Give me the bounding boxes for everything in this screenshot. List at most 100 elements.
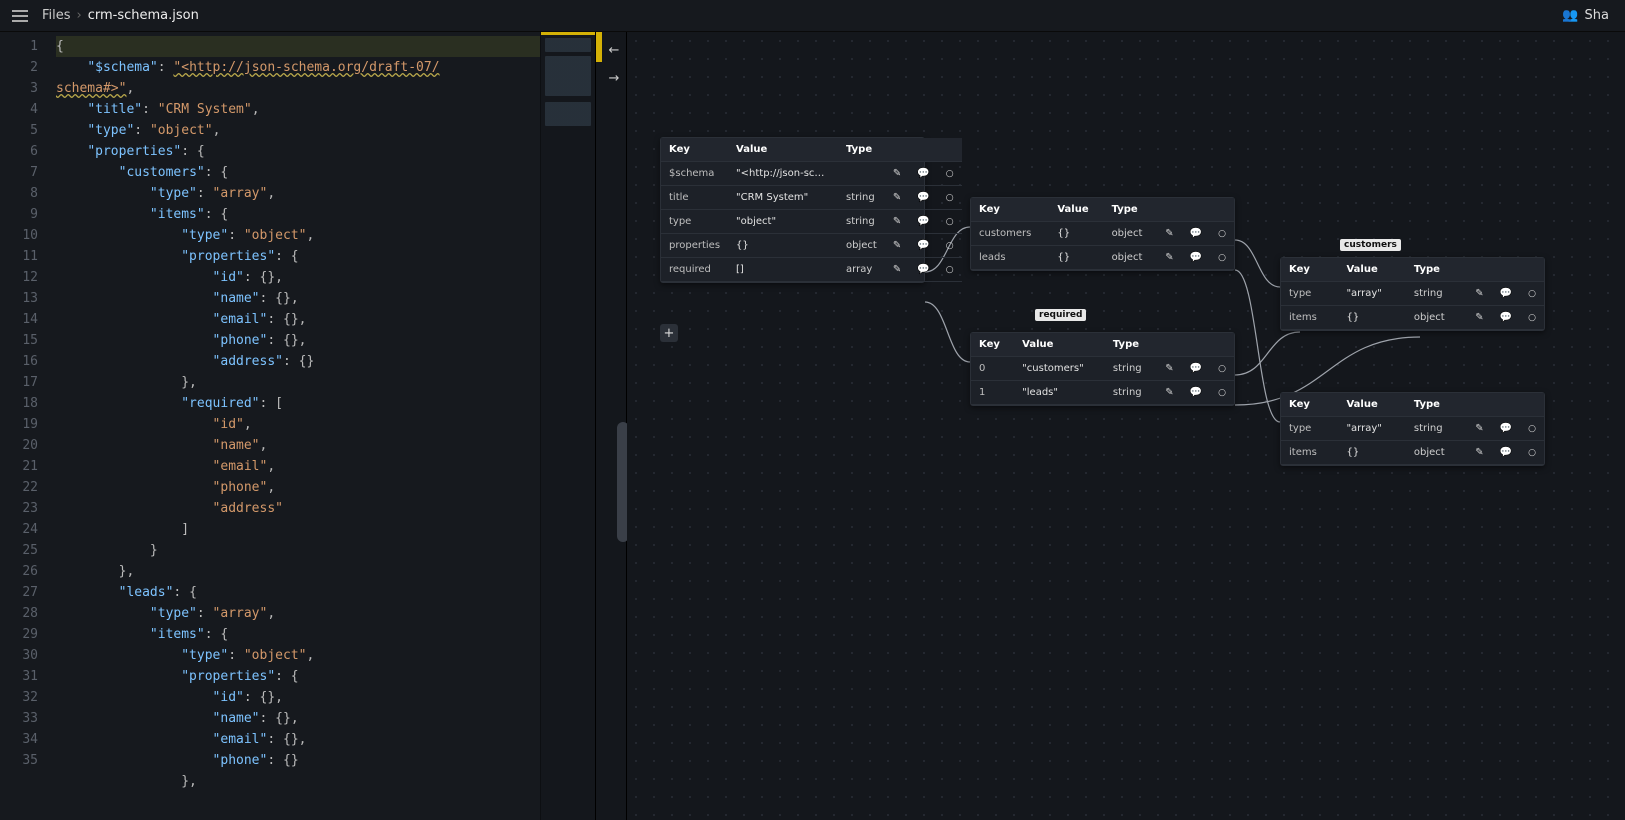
row-key: customers bbox=[971, 222, 1049, 246]
comment-icon[interactable]: 💬 bbox=[909, 186, 937, 210]
node-row[interactable]: properties{}object✎💬○ bbox=[661, 234, 962, 258]
edit-icon[interactable]: ✎ bbox=[885, 186, 909, 210]
edit-icon[interactable]: ✎ bbox=[885, 258, 909, 282]
schema-node-root[interactable]: KeyValueType$schema"<http://json-schema.… bbox=[660, 137, 925, 283]
row-value: "array" bbox=[1338, 282, 1405, 306]
collapse-right-icon[interactable]: → bbox=[602, 66, 626, 90]
comment-icon[interactable]: 💬 bbox=[1182, 381, 1210, 405]
output-port[interactable]: ○ bbox=[938, 258, 962, 282]
edge-label-required: required bbox=[1035, 309, 1086, 321]
output-port[interactable]: ○ bbox=[1210, 357, 1234, 381]
row-type: array bbox=[838, 258, 885, 282]
node-row[interactable]: items{}object✎💬○ bbox=[1281, 441, 1544, 465]
row-value: "leads" bbox=[1014, 381, 1105, 405]
menu-icon[interactable] bbox=[8, 4, 32, 28]
breadcrumb-root[interactable]: Files bbox=[42, 8, 71, 23]
comment-icon[interactable]: 💬 bbox=[1182, 246, 1210, 270]
breadcrumb: Files › crm-schema.json bbox=[42, 8, 199, 23]
comment-icon[interactable]: 💬 bbox=[909, 258, 937, 282]
output-port[interactable]: ○ bbox=[1520, 417, 1544, 441]
row-value: "array" bbox=[1338, 417, 1405, 441]
schema-node-customers[interactable]: KeyValueTypetype"array"string✎💬○items{}o… bbox=[1280, 257, 1545, 331]
edit-icon[interactable]: ✎ bbox=[1157, 357, 1181, 381]
output-port[interactable]: ○ bbox=[1520, 306, 1544, 330]
row-type: string bbox=[1406, 417, 1467, 441]
panel-divider[interactable]: ← → bbox=[595, 32, 627, 820]
code-content[interactable]: { "$schema": "<http://json-schema.org/dr… bbox=[48, 32, 540, 820]
schema-node-leads[interactable]: KeyValueTypetype"array"string✎💬○items{}o… bbox=[1280, 392, 1545, 466]
comment-icon[interactable]: 💬 bbox=[1492, 282, 1520, 306]
code-editor[interactable]: 1234567891011121314151617181920212223242… bbox=[0, 32, 595, 820]
output-port[interactable]: ○ bbox=[1210, 222, 1234, 246]
edit-icon[interactable]: ✎ bbox=[1157, 246, 1181, 270]
row-value: "<http://json-schema.org/draft-07/schema… bbox=[728, 162, 838, 186]
output-port[interactable]: ○ bbox=[938, 186, 962, 210]
comment-icon[interactable]: 💬 bbox=[909, 162, 937, 186]
breadcrumb-separator: › bbox=[77, 8, 82, 23]
output-port[interactable]: ○ bbox=[1210, 381, 1234, 405]
edit-icon[interactable]: ✎ bbox=[1467, 441, 1491, 465]
row-key: items bbox=[1281, 441, 1338, 465]
edit-icon[interactable]: ✎ bbox=[1467, 282, 1491, 306]
add-node-button[interactable]: + bbox=[660, 324, 678, 342]
minimap[interactable] bbox=[540, 32, 595, 820]
edit-icon[interactable]: ✎ bbox=[1157, 222, 1181, 246]
edge-label-customers: customers bbox=[1340, 239, 1401, 251]
comment-icon[interactable]: 💬 bbox=[1492, 441, 1520, 465]
node-row[interactable]: type"array"string✎💬○ bbox=[1281, 282, 1544, 306]
node-row[interactable]: leads{}object✎💬○ bbox=[971, 246, 1234, 270]
edit-icon[interactable]: ✎ bbox=[1467, 417, 1491, 441]
comment-icon[interactable]: 💬 bbox=[1182, 222, 1210, 246]
row-type: object bbox=[1406, 306, 1467, 330]
row-type bbox=[838, 162, 885, 186]
row-value: {} bbox=[728, 234, 838, 258]
row-value: {} bbox=[1338, 306, 1405, 330]
output-port[interactable]: ○ bbox=[938, 234, 962, 258]
node-row[interactable]: type"object"string✎💬○ bbox=[661, 210, 962, 234]
edit-icon[interactable]: ✎ bbox=[885, 210, 909, 234]
schema-node-props[interactable]: KeyValueTypecustomers{}object✎💬○leads{}o… bbox=[970, 197, 1235, 271]
row-type: string bbox=[1105, 381, 1157, 405]
edit-icon[interactable]: ✎ bbox=[1467, 306, 1491, 330]
comment-icon[interactable]: 💬 bbox=[1492, 306, 1520, 330]
edit-icon[interactable]: ✎ bbox=[885, 234, 909, 258]
comment-icon[interactable]: 💬 bbox=[1182, 357, 1210, 381]
row-value: {} bbox=[1049, 222, 1103, 246]
output-port[interactable]: ○ bbox=[1210, 246, 1234, 270]
node-row[interactable]: 0"customers"string✎💬○ bbox=[971, 357, 1234, 381]
node-row[interactable]: type"array"string✎💬○ bbox=[1281, 417, 1544, 441]
row-key: $schema bbox=[661, 162, 728, 186]
row-key: leads bbox=[971, 246, 1049, 270]
row-type: object bbox=[1406, 441, 1467, 465]
output-port[interactable]: ○ bbox=[938, 210, 962, 234]
schema-node-required[interactable]: KeyValueType0"customers"string✎💬○1"leads… bbox=[970, 332, 1235, 406]
row-type: string bbox=[1406, 282, 1467, 306]
breadcrumb-file[interactable]: crm-schema.json bbox=[88, 8, 199, 23]
row-value: "object" bbox=[728, 210, 838, 234]
share-icon: 👥 bbox=[1562, 8, 1578, 23]
output-port[interactable]: ○ bbox=[938, 162, 962, 186]
output-port[interactable]: ○ bbox=[1520, 282, 1544, 306]
node-row[interactable]: items{}object✎💬○ bbox=[1281, 306, 1544, 330]
row-value: {} bbox=[1049, 246, 1103, 270]
comment-icon[interactable]: 💬 bbox=[1492, 417, 1520, 441]
edit-icon[interactable]: ✎ bbox=[885, 162, 909, 186]
node-row[interactable]: title"CRM System"string✎💬○ bbox=[661, 186, 962, 210]
comment-icon[interactable]: 💬 bbox=[909, 210, 937, 234]
node-row[interactable]: 1"leads"string✎💬○ bbox=[971, 381, 1234, 405]
node-row[interactable]: $schema"<http://json-schema.org/draft-07… bbox=[661, 162, 962, 186]
row-key: 0 bbox=[971, 357, 1014, 381]
share-button[interactable]: 👥 Sha bbox=[1554, 4, 1617, 27]
row-type: string bbox=[1105, 357, 1157, 381]
row-type: string bbox=[838, 186, 885, 210]
row-key: type bbox=[661, 210, 728, 234]
collapse-left-icon[interactable]: ← bbox=[602, 38, 626, 62]
row-type: object bbox=[1104, 246, 1158, 270]
graph-canvas[interactable]: KeyValueType$schema"<http://json-schema.… bbox=[627, 32, 1625, 820]
node-row[interactable]: customers{}object✎💬○ bbox=[971, 222, 1234, 246]
output-port[interactable]: ○ bbox=[1520, 441, 1544, 465]
comment-icon[interactable]: 💬 bbox=[909, 234, 937, 258]
row-type: object bbox=[1104, 222, 1158, 246]
edit-icon[interactable]: ✎ bbox=[1157, 381, 1181, 405]
node-row[interactable]: required[]array✎💬○ bbox=[661, 258, 962, 282]
